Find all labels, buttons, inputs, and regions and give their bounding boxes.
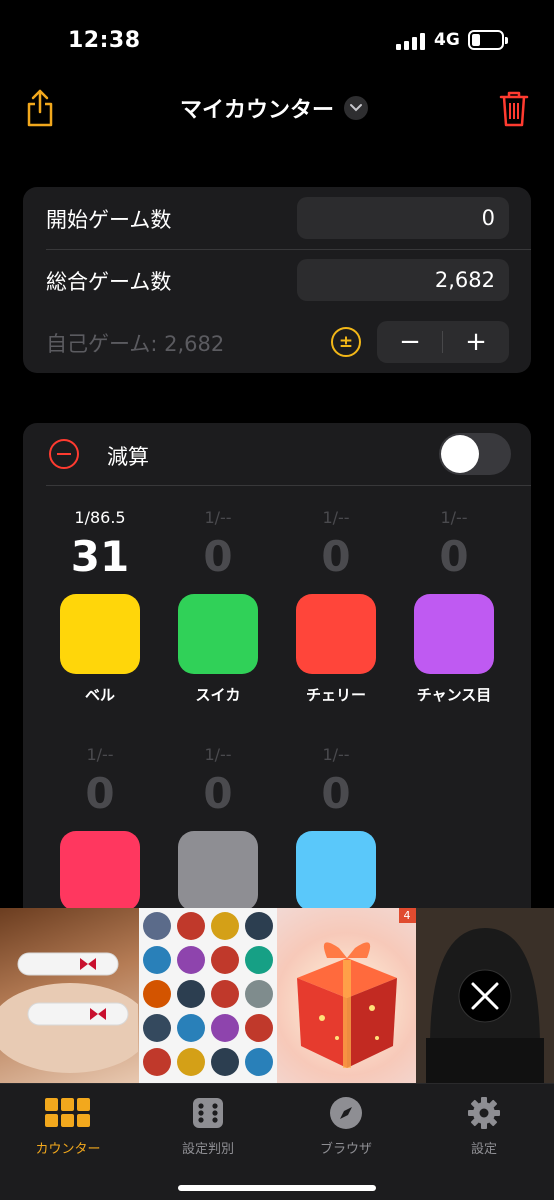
game-count-card: 開始ゲーム数 0 総合ゲーム数 2,682 自己ゲーム: 2,682 ± − + <box>23 187 531 373</box>
counter-item: 1/-- 0 チャンス目 <box>404 508 504 705</box>
counter-item: 1/-- 0 チェリー <box>286 508 386 705</box>
tab-label: ブラウザ <box>319 1142 372 1157</box>
tab-label: カウンター <box>35 1142 101 1157</box>
signal-icon <box>396 32 425 50</box>
counter-probability: 1/-- <box>440 508 468 527</box>
chevron-down-icon <box>344 96 369 120</box>
tab-label: 設定 <box>470 1142 497 1157</box>
counter-probability: 1/-- <box>86 745 114 764</box>
start-games-field[interactable]: 0 <box>297 197 509 239</box>
counter-probability: 1/-- <box>322 745 350 764</box>
ad-image-beanie[interactable] <box>415 908 554 1083</box>
tab-browser[interactable]: ブラウザ <box>286 1096 406 1157</box>
divider <box>46 485 531 486</box>
counter-value: 0 <box>439 532 469 581</box>
counter-value: 0 <box>85 769 115 818</box>
counter-item: 1/-- 0 <box>50 745 150 921</box>
share-icon[interactable] <box>24 88 56 128</box>
counter-value: 0 <box>203 532 233 581</box>
tab-label: 設定判別 <box>181 1142 234 1157</box>
counter-tile-button[interactable] <box>414 594 494 674</box>
counter-tile-button[interactable] <box>296 831 376 911</box>
nav-bar: マイカウンター <box>0 80 554 140</box>
counter-probability: 1/-- <box>204 745 232 764</box>
tab-bar: カウンター 設定判別 ブラウザ 設定 <box>0 1083 554 1200</box>
counter-item: 1/86.5 31 ベル <box>50 508 150 705</box>
counter-name: ベル <box>84 686 115 704</box>
counter-probability: 1/86.5 <box>74 508 126 527</box>
counter-tile-button[interactable] <box>60 831 140 911</box>
subtract-label: 減算 <box>107 445 149 469</box>
counter-item: 1/-- 0 <box>286 745 386 921</box>
ad-banner[interactable]: 4 <box>0 908 554 1083</box>
counter-card: 減算 1/86.5 31 ベル 1/-- 0 スイカ 1/-- 0 チェリー 1/-- 0 チャンス目… <box>23 423 531 923</box>
increment-button[interactable]: + <box>443 321 509 363</box>
battery-icon <box>468 30 508 50</box>
counter-name: チャンス目 <box>416 686 492 704</box>
status-time: 12:38 <box>68 28 141 53</box>
ad-badge: 4 <box>398 908 416 923</box>
page-title: マイカウンター <box>180 98 335 123</box>
counter-item: 1/-- 0 <box>168 745 268 921</box>
plus-minus-icon[interactable]: ± <box>331 327 361 357</box>
ad-image-gift-box[interactable]: 4 <box>277 908 416 1083</box>
counter-tile-button[interactable] <box>296 594 376 674</box>
home-indicator <box>178 1185 376 1191</box>
counter-name: チェリー <box>305 686 366 704</box>
counter-value: 0 <box>321 532 351 581</box>
tab-counter[interactable]: カウンター <box>8 1096 128 1157</box>
self-games-label: 自己ゲーム: 2,682 <box>46 332 225 356</box>
ad-image-spinning-tops[interactable] <box>138 908 277 1083</box>
counter-item: 1/-- 0 スイカ <box>168 508 268 705</box>
counter-value: 0 <box>321 769 351 818</box>
status-bar: 12:38 4G <box>0 0 554 80</box>
title-menu[interactable]: マイカウンター <box>180 92 369 124</box>
counter-tile-button[interactable] <box>178 594 258 674</box>
counter-probability: 1/-- <box>204 508 232 527</box>
start-games-label: 開始ゲーム数 <box>46 208 172 232</box>
counter-tile-button[interactable] <box>60 594 140 674</box>
network-label: 4G <box>434 30 460 50</box>
subtract-row: 減算 <box>23 423 531 485</box>
tab-settings[interactable]: 設定 <box>424 1096 544 1157</box>
counter-probability: 1/-- <box>322 508 350 527</box>
gear-icon <box>424 1096 544 1130</box>
total-games-field[interactable]: 2,682 <box>297 259 509 301</box>
minus-circle-icon <box>49 439 79 469</box>
counter-value: 0 <box>203 769 233 818</box>
grid-icon <box>8 1096 128 1130</box>
tab-setting-judge[interactable]: 設定判別 <box>148 1096 268 1157</box>
start-games-row: 開始ゲーム数 0 <box>23 187 531 249</box>
dice-icon <box>148 1096 268 1130</box>
decrement-button[interactable]: − <box>377 321 443 363</box>
trash-icon[interactable] <box>498 88 530 128</box>
counter-tile-button[interactable] <box>178 831 258 911</box>
compass-icon <box>286 1096 406 1130</box>
total-games-label: 総合ゲーム数 <box>46 270 172 294</box>
total-games-row: 総合ゲーム数 2,682 <box>23 249 531 311</box>
counter-name: スイカ <box>195 686 241 704</box>
counter-value: 31 <box>70 532 130 581</box>
game-stepper: − + <box>377 321 509 363</box>
subtract-toggle[interactable] <box>439 433 511 475</box>
ad-image-hair-accessory[interactable] <box>0 908 139 1083</box>
